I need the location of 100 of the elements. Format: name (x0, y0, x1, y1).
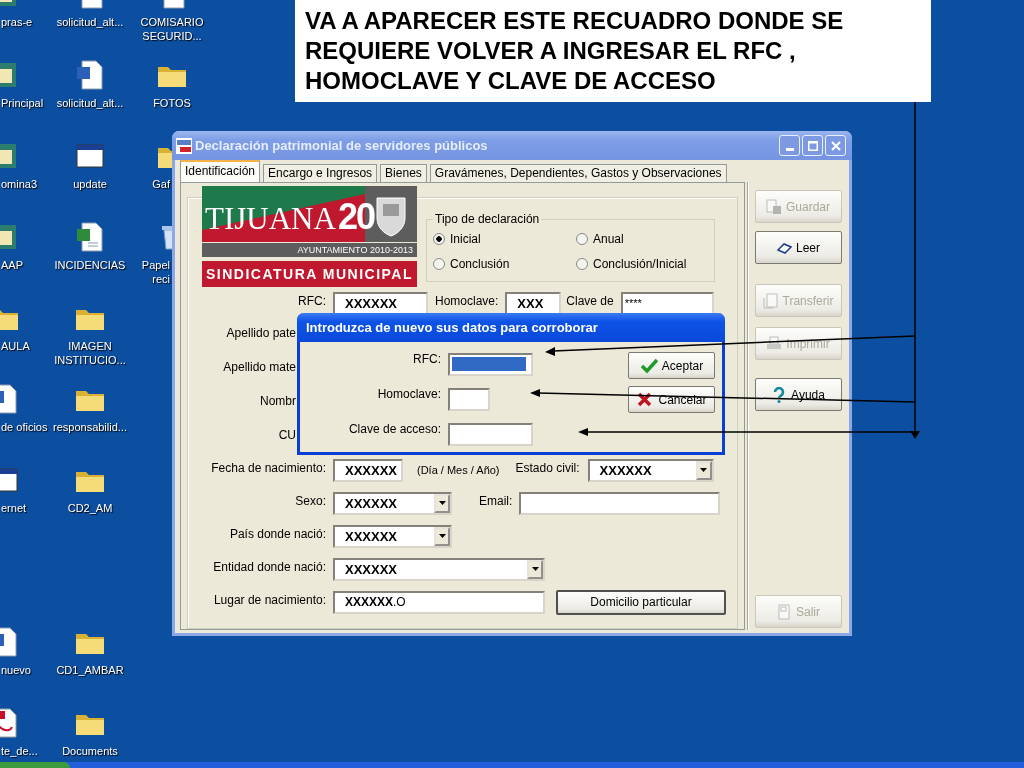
icon-label[interactable]: CD1_AMBAR (56, 663, 124, 677)
text-field[interactable] (448, 352, 533, 376)
close-button[interactable] (825, 135, 846, 156)
start-button[interactable] (0, 762, 70, 768)
spreadsheet-icon[interactable] (74, 221, 106, 253)
dropdown[interactable]: XXXXXX (333, 524, 452, 548)
logo-banner: AYUNTAMIENTO 2010-2013 (202, 243, 417, 257)
caret-icon (700, 468, 708, 472)
minimize-button[interactable] (779, 135, 800, 156)
field-label: Sexo: (294, 493, 327, 508)
check-icon (639, 357, 658, 374)
caret-icon (438, 534, 446, 538)
field-label: País donde nació: (228, 526, 327, 541)
field-label: CU (277, 428, 296, 442)
text-field[interactable] (448, 422, 533, 446)
field-label: Email: (479, 493, 513, 508)
icon-label[interactable]: responsabilid... (53, 420, 127, 434)
text-field[interactable] (519, 491, 721, 515)
icon-label[interactable]: te_de... (1, 744, 38, 758)
tab[interactable]: Encargo e Ingresos (263, 164, 378, 182)
icon-label[interactable]: INCIDENCIAS (54, 258, 126, 272)
radio-button[interactable] (576, 233, 588, 245)
annotation-text: VA A APARECER ESTE RECUADRO DONDE SE REQUIERE VOLVER A INGRESAR EL RFC , HOMOCLAVE Y CLAVE DE ACCESO (295, 0, 931, 102)
radio-button[interactable] (433, 258, 445, 270)
dropdown-button[interactable] (434, 493, 450, 513)
save-icon (766, 198, 782, 215)
icon-label[interactable]: IMAGEN INSTITUCIO... (48, 339, 132, 367)
logo-text: 20 (337, 198, 374, 236)
icon-label[interactable]: pras-e (1, 15, 33, 29)
tab[interactable]: Identificación (180, 160, 261, 182)
door-icon (776, 603, 792, 620)
dropdown-button[interactable] (695, 460, 712, 480)
caret-icon (438, 501, 446, 505)
field-label: Apellido pate (225, 326, 296, 340)
icon-label[interactable]: FOTOS (153, 96, 191, 110)
icon-label[interactable]: ernet (1, 501, 27, 515)
dialog-title: Introduzca de nuevo sus datos para corroborar (297, 313, 725, 342)
dialog-button[interactable]: Aceptar (628, 352, 715, 379)
icon-label[interactable]: Gaf (130, 177, 170, 191)
field-label: Clave de acceso: (347, 422, 442, 436)
text-field[interactable]: XXXXXX (333, 291, 428, 315)
dropdown[interactable]: XXXXXX (587, 458, 714, 482)
icon-label[interactable]: Principal (1, 96, 44, 110)
action-button[interactable]: Leer (754, 231, 842, 264)
icon-label[interactable]: Papel reci (130, 258, 170, 286)
dropdown[interactable]: XXXXXX (333, 557, 545, 581)
radio-label[interactable]: Anual (593, 232, 624, 246)
window-title: Declaración patrimonial de servidores públicos (195, 138, 489, 153)
field-label: Estado civil: (515, 460, 580, 475)
field-label: RFC: (412, 352, 442, 366)
maximize-button[interactable] (802, 135, 823, 156)
tab[interactable]: Gravámenes, Dependientes, Gastos y Observaciones (429, 164, 727, 182)
radio-button[interactable] (433, 233, 445, 245)
field-label: Apellido mate (222, 360, 296, 374)
document-icon (762, 292, 779, 309)
field-label: Entidad donde nació: (212, 559, 327, 574)
maximize-icon (807, 140, 818, 151)
dropdown-button[interactable] (434, 526, 450, 546)
dialog-button[interactable]: Cancelar (628, 386, 715, 413)
radio-button[interactable] (576, 258, 588, 270)
field-label: RFC: (297, 293, 327, 308)
radio-label[interactable]: Conclusión/Inicial (593, 257, 687, 271)
text-field[interactable]: XXXXXX.O (333, 590, 545, 614)
text-field[interactable]: XXX (505, 291, 562, 315)
icon-label[interactable]: COMISARIO SEGURID... (130, 15, 214, 43)
icon-label[interactable]: omina3 (1, 177, 38, 191)
field-label: Nombr (259, 394, 296, 408)
close-icon (830, 140, 841, 151)
field-label: Homoclave: (435, 293, 499, 308)
icon-label[interactable]: AULA (1, 339, 30, 353)
icon-label[interactable]: de oficios (1, 420, 48, 434)
caret-icon (531, 567, 539, 571)
group-title: Tipo de declaración (434, 212, 541, 226)
text-field[interactable]: **** (620, 291, 714, 315)
icon-label[interactable]: update (73, 177, 107, 191)
minimize-icon (785, 148, 794, 151)
icon-label[interactable]: solicitud_alt... (56, 15, 124, 29)
document-icon[interactable] (74, 59, 106, 91)
radio-label[interactable]: Conclusión (450, 257, 510, 271)
text-field[interactable] (448, 387, 490, 411)
app-icon (176, 137, 192, 154)
icon-label[interactable]: AAP (1, 258, 23, 272)
icon-label[interactable]: solicitud_alt... (56, 96, 124, 110)
address-button[interactable]: Domicilio particular (556, 589, 726, 615)
icon-label[interactable]: nuevo (1, 663, 31, 677)
dropdown[interactable]: XXXXXX (333, 491, 452, 515)
field-label: Clave de (566, 293, 614, 308)
action-button[interactable]: Ayuda (754, 378, 842, 411)
logo-banner: SINDICATURA MUNICIPAL (202, 261, 417, 287)
field-label: Homoclave: (376, 387, 442, 401)
dropdown-button[interactable] (527, 559, 543, 579)
tab[interactable]: Bienes (380, 164, 427, 182)
field-label: Fecha de nacimiento: (210, 460, 327, 475)
hint-text: (Día / Mes / Año) (417, 464, 500, 476)
icon-label[interactable]: CD2_AM (67, 501, 113, 515)
radio-label[interactable]: Inicial (450, 232, 481, 246)
field-label: Lugar de nacimiento: (212, 592, 327, 607)
icon-label[interactable]: Documents (62, 744, 118, 758)
text-field[interactable]: XXXXXX (333, 458, 403, 482)
printer-icon (766, 335, 783, 352)
